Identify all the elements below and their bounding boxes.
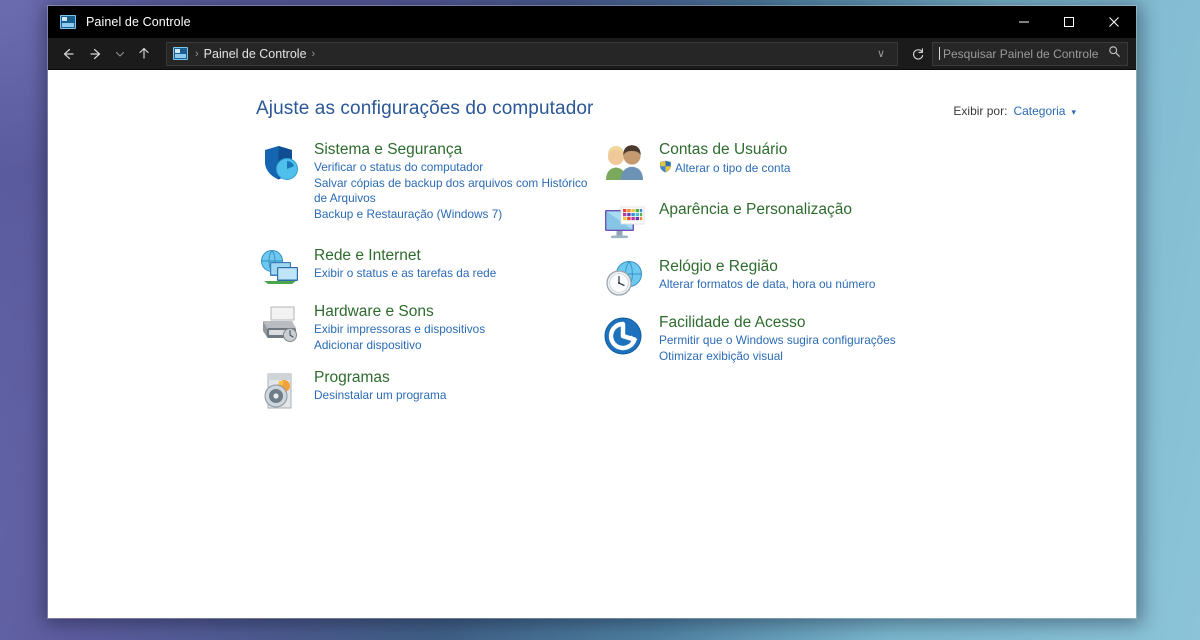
control-panel-content: Ajuste as configurações do computador Ex… (48, 70, 1136, 618)
category-link[interactable]: Desinstalar um programa (314, 388, 596, 404)
category-title[interactable]: Sistema e Segurança (314, 140, 596, 159)
breadcrumb-separator: › (195, 47, 199, 60)
category-link[interactable]: Adicionar dispositivo (314, 338, 596, 354)
text-cursor (939, 47, 940, 60)
uac-shield-icon (659, 160, 672, 178)
page-title: Ajuste as configurações do computador (256, 98, 594, 119)
category-grid: Sistema e Segurança Verificar o status d… (48, 120, 1136, 426)
control-panel-window: Painel de Controle › Painel de Controle … (48, 6, 1136, 618)
category-contas-de-usuario[interactable]: Contas de Usuário Alterar o tipo de cont… (601, 140, 941, 182)
category-link[interactable]: Backup e Restauração (Windows 7) (314, 207, 596, 223)
chevron-down-icon[interactable]: ▾ (1071, 107, 1076, 118)
user-accounts-icon[interactable] (601, 140, 649, 182)
category-body: Sistema e Segurança Verificar o status d… (304, 140, 596, 222)
breadcrumb-separator-trailing[interactable]: › (307, 48, 321, 60)
control-panel-icon (60, 15, 76, 29)
category-body: Aparência e Personalização (649, 200, 941, 242)
address-dropdown-icon[interactable]: ∨ (871, 47, 891, 60)
content-header: Ajuste as configurações do computador Ex… (48, 98, 1136, 120)
shield-clock-icon[interactable] (256, 140, 304, 222)
maximize-button[interactable] (1046, 6, 1091, 38)
category-body: Relógio e Região Alterar formatos de dat… (649, 257, 941, 299)
search-icon[interactable] (1108, 45, 1121, 63)
window-title: Painel de Controle (86, 15, 191, 29)
category-title[interactable]: Aparência e Personalização (659, 200, 941, 219)
navigation-bar: › Painel de Controle › ∨ Pesquisar Paine… (48, 38, 1136, 70)
category-body: Rede e Internet Exibir o status e as tar… (304, 246, 596, 288)
breadcrumb-item-control-panel[interactable]: Painel de Controle (204, 47, 307, 61)
network-globe-icon[interactable] (256, 246, 304, 288)
category-rede-e-internet[interactable]: Rede e Internet Exibir o status e as tar… (256, 246, 596, 288)
category-aparencia-e-personalizacao[interactable]: Aparência e Personalização (601, 200, 941, 242)
category-link-with-uac[interactable]: Alterar o tipo de conta (659, 160, 941, 178)
category-body: Facilidade de Acesso Permitir que o Wind… (649, 313, 941, 364)
view-by-label: Exibir por: (953, 104, 1008, 118)
category-title[interactable]: Facilidade de Acesso (659, 313, 941, 332)
accessibility-icon[interactable] (601, 313, 649, 364)
view-by-control[interactable]: Exibir por: Categoria ▾ (953, 104, 1076, 118)
category-title[interactable]: Contas de Usuário (659, 140, 941, 159)
category-sistema-e-seguranca[interactable]: Sistema e Segurança Verificar o status d… (256, 140, 596, 222)
category-title[interactable]: Rede e Internet (314, 246, 596, 265)
category-column-right: Contas de Usuário Alterar o tipo de cont… (601, 140, 941, 426)
control-panel-icon (173, 47, 188, 60)
view-by-value[interactable]: Categoria (1013, 104, 1065, 118)
chevron-down-icon[interactable] (110, 41, 130, 67)
forward-arrow-icon[interactable] (82, 41, 110, 67)
category-title[interactable]: Programas (314, 368, 596, 387)
category-link-label: Alterar o tipo de conta (675, 161, 791, 175)
category-link[interactable]: Permitir que o Windows sugira configuraç… (659, 333, 941, 349)
category-link[interactable]: Exibir impressoras e dispositivos (314, 322, 596, 338)
printer-icon[interactable] (256, 302, 304, 353)
refresh-icon[interactable] (904, 41, 932, 67)
minimize-button[interactable] (1001, 6, 1046, 38)
category-body: Programas Desinstalar um programa (304, 368, 596, 412)
category-column-left: Sistema e Segurança Verificar o status d… (256, 140, 596, 426)
category-link[interactable]: Alterar formatos de data, hora ou número (659, 277, 941, 293)
appearance-monitor-icon[interactable] (601, 200, 649, 242)
category-link[interactable]: Verificar o status do computador (314, 160, 596, 176)
window-controls (1001, 6, 1136, 38)
category-relogio-e-regiao[interactable]: Relógio e Região Alterar formatos de dat… (601, 257, 941, 299)
search-box[interactable]: Pesquisar Painel de Controle (932, 41, 1128, 66)
category-body: Hardware e Sons Exibir impressoras e dis… (304, 302, 596, 353)
category-link[interactable]: Otimizar exibição visual (659, 349, 941, 365)
category-facilidade-de-acesso[interactable]: Facilidade de Acesso Permitir que o Wind… (601, 313, 941, 364)
clock-globe-icon[interactable] (601, 257, 649, 299)
category-link[interactable]: Exibir o status e as tarefas da rede (314, 266, 596, 282)
category-title[interactable]: Relógio e Região (659, 257, 941, 276)
category-programas[interactable]: Programas Desinstalar um programa (256, 368, 596, 412)
back-arrow-icon[interactable] (54, 41, 82, 67)
category-link[interactable]: Salvar cópias de backup dos arquivos com… (314, 176, 596, 207)
close-button[interactable] (1091, 6, 1136, 38)
search-input[interactable]: Pesquisar Painel de Controle (943, 47, 1108, 61)
desktop-background: Painel de Controle › Painel de Controle … (0, 0, 1200, 640)
breadcrumb[interactable]: › Painel de Controle › ∨ (166, 41, 898, 66)
programs-disc-icon[interactable] (256, 368, 304, 412)
category-body: Contas de Usuário Alterar o tipo de cont… (649, 140, 941, 182)
title-bar: Painel de Controle (48, 6, 1136, 38)
category-hardware-e-sons[interactable]: Hardware e Sons Exibir impressoras e dis… (256, 302, 596, 353)
up-arrow-icon[interactable] (130, 41, 158, 67)
category-title[interactable]: Hardware e Sons (314, 302, 596, 321)
